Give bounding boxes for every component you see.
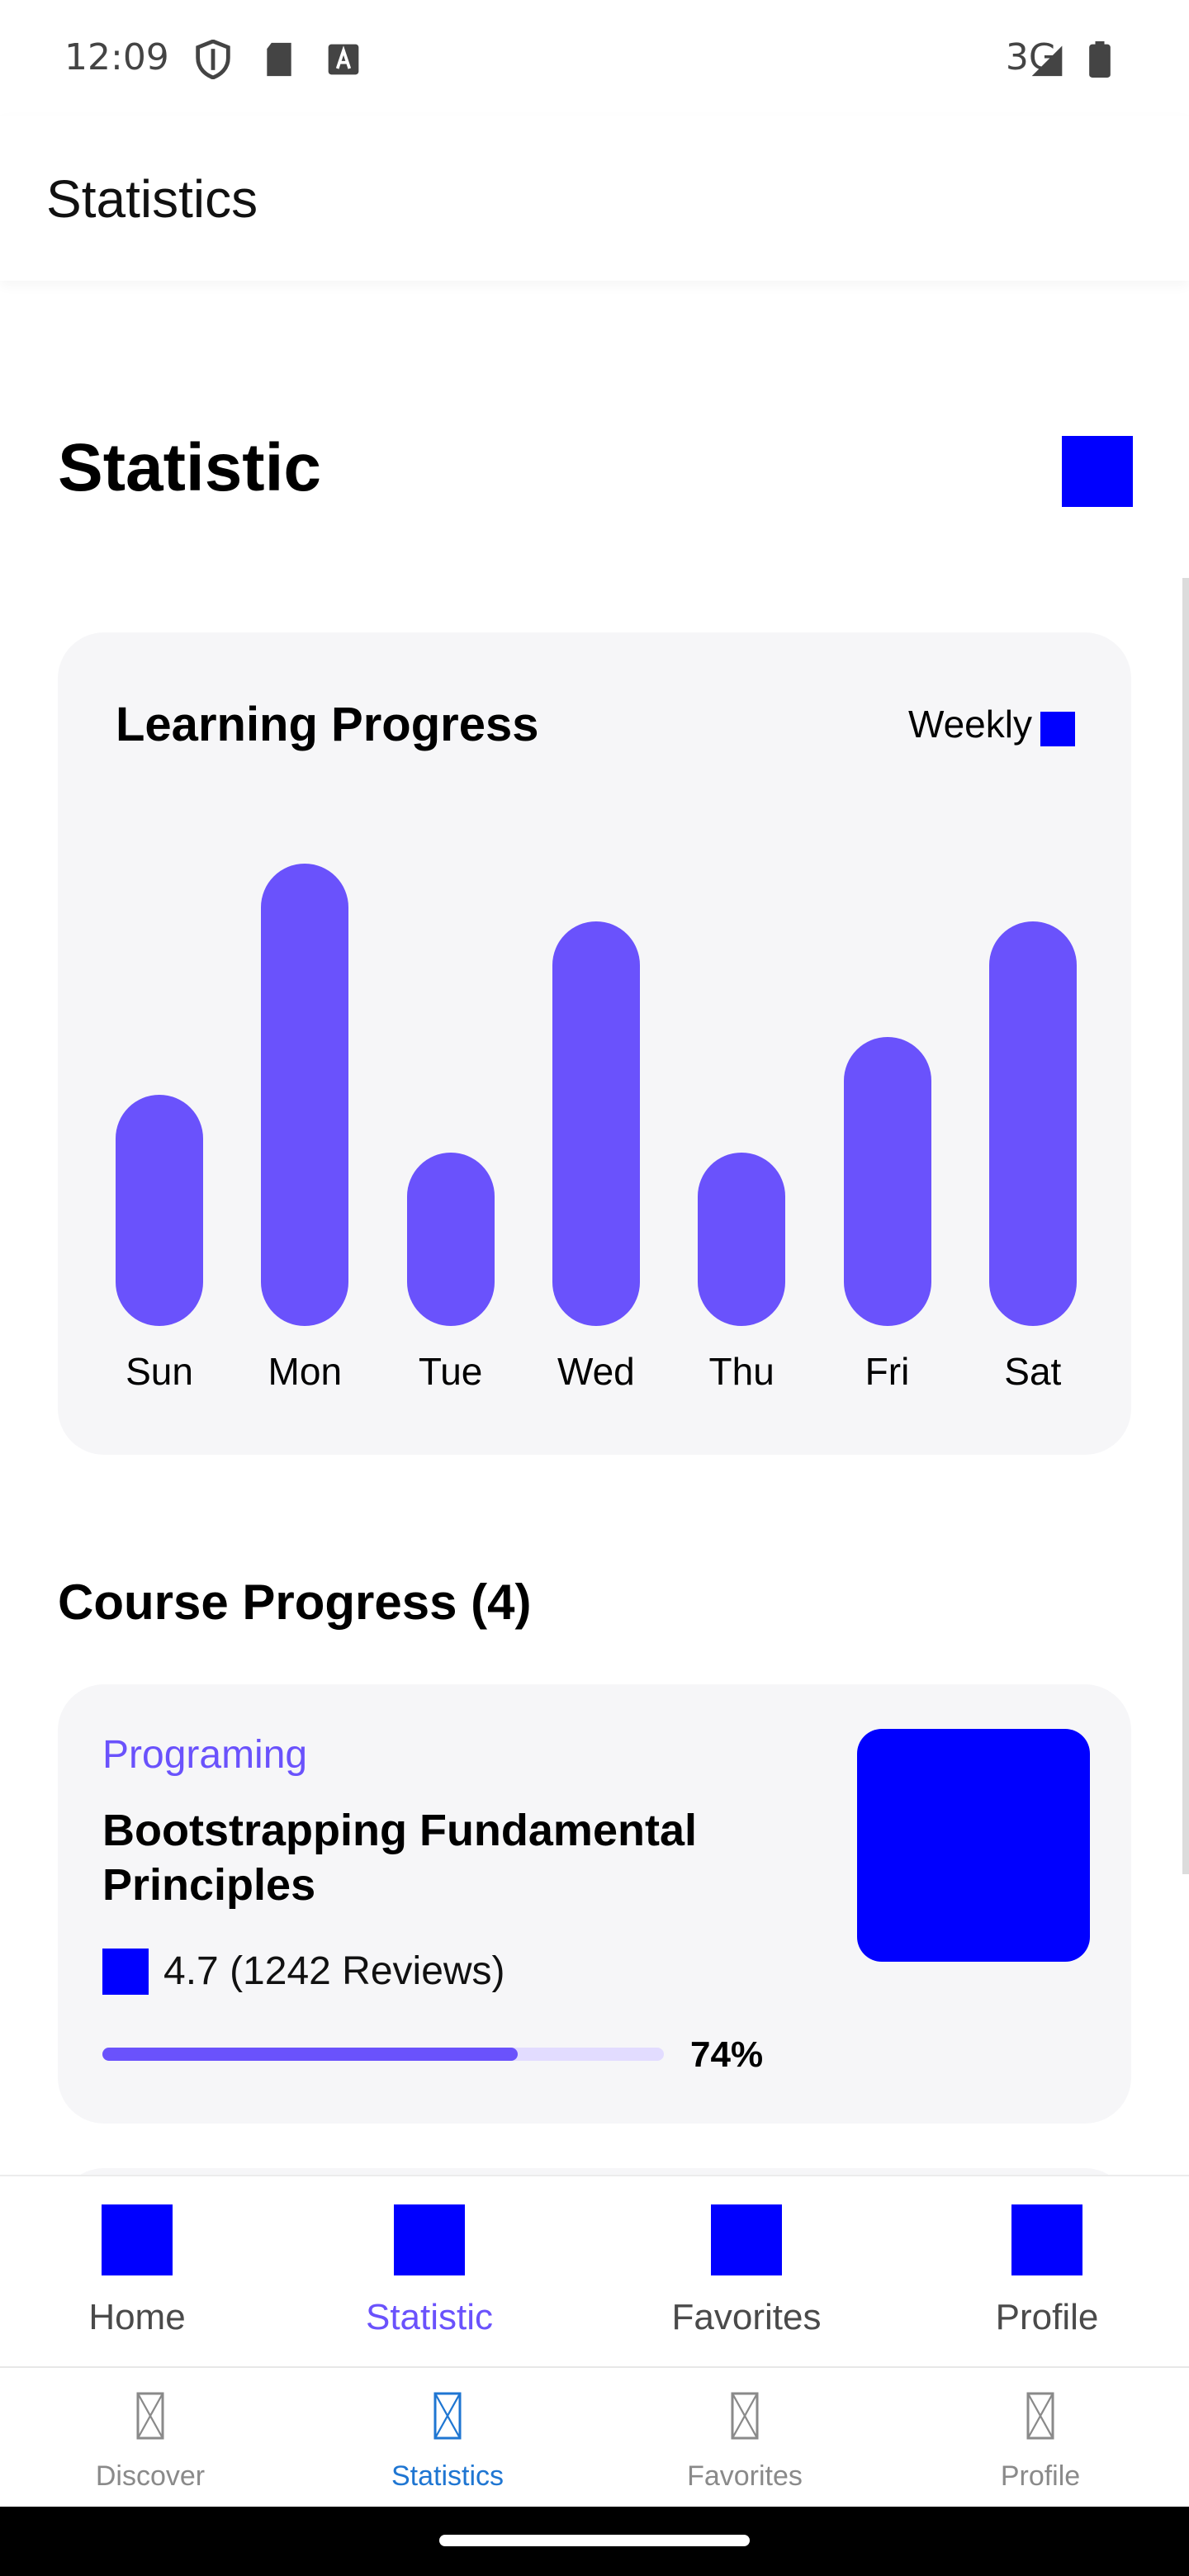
host-nav-profile[interactable]: Profile — [933, 2391, 1148, 2493]
course-title: Bootstrapping Fundamental Principles — [102, 1806, 697, 1910]
learning-progress-card: Learning Progress Weekly Sun Mon Tue Wed Thu… — [58, 632, 1131, 1455]
host-bottom-nav: Discover Statistics Favorites Profile — [0, 2366, 1189, 2507]
nav-item-home[interactable]: Home — [30, 2204, 244, 2338]
app-bottom-nav: Home Statistic Favorites Profile — [0, 2175, 1189, 2365]
nav-label-favorites: Favorites — [671, 2297, 822, 2337]
nav-label-home: Home — [88, 2297, 186, 2337]
course-thumbnail — [857, 1729, 1090, 1962]
chart-bar-fri — [843, 1037, 931, 1326]
host-nav-label-discover: Discover — [95, 2460, 206, 2492]
host-nav-discover[interactable]: Discover — [43, 2391, 258, 2493]
host-nav-label-statistics: Statistics — [391, 2460, 504, 2492]
host-nav-label-profile: Profile — [1000, 2460, 1081, 2492]
chart-bar-sat — [988, 921, 1077, 1326]
chart-bar-tue — [406, 1153, 495, 1326]
chart-bar-thu — [698, 1153, 786, 1326]
chart-label-thu: Thu — [708, 1350, 775, 1393]
sd-card-icon — [267, 42, 291, 77]
chart-label-sun: Sun — [126, 1350, 193, 1393]
signal-icon — [1031, 45, 1063, 77]
home-icon — [102, 2204, 173, 2275]
nav-label-statistic: Statistic — [365, 2297, 494, 2337]
course-progress-fill — [102, 2048, 519, 2061]
shield-icon — [196, 40, 230, 79]
chart-label-tue: Tue — [418, 1350, 483, 1393]
font-icon — [328, 44, 359, 75]
home-gesture-handle[interactable] — [439, 2535, 750, 2546]
favorites-icon — [731, 2392, 759, 2440]
course-progress-heading: Course Progress (4) — [58, 1574, 532, 1630]
favorites-icon — [711, 2204, 782, 2275]
chart-label-fri: Fri — [865, 1350, 910, 1393]
nav-item-favorites[interactable]: Favorites — [639, 2204, 854, 2338]
chart-bar-sun — [116, 1095, 203, 1326]
chart-bar-mon — [261, 864, 349, 1326]
course-rating: 4.7 (1242 Reviews) — [163, 1949, 505, 1993]
chart-label-mon: Mon — [268, 1350, 343, 1393]
nav-item-statistic[interactable]: Statistic — [322, 2204, 537, 2338]
discover-icon — [136, 2392, 164, 2440]
placeholder-icon[interactable] — [1062, 436, 1133, 507]
host-nav-statistics[interactable]: Statistics — [340, 2391, 555, 2493]
weekly-bar-chart: Sun Mon Tue Wed Thu Fri Sat — [58, 632, 1131, 1455]
appbar-title: Statistics — [46, 169, 258, 229]
statistics-icon — [433, 2392, 462, 2440]
chart-label-wed: Wed — [557, 1350, 635, 1393]
chart-label-sat: Sat — [1004, 1350, 1062, 1393]
status-bar: 12:09 3G — [0, 0, 1189, 116]
page-title: Statistic — [58, 430, 321, 505]
host-nav-label-favorites: Favorites — [687, 2460, 803, 2492]
statistic-icon — [394, 2204, 465, 2275]
profile-icon — [1026, 2392, 1054, 2440]
app-bar: Statistics — [0, 116, 1189, 281]
scrollbar[interactable] — [1182, 578, 1189, 1874]
battery-icon — [1089, 41, 1111, 78]
gesture-bar — [0, 2507, 1189, 2576]
nav-item-profile[interactable]: Profile — [940, 2204, 1154, 2338]
status-time: 12:09 — [64, 36, 169, 78]
course-progress-percent: 74% — [690, 2034, 764, 2075]
course-card[interactable]: Programing Bootstrapping Fundamental Pri… — [58, 1684, 1131, 2124]
nav-label-profile: Profile — [995, 2297, 1099, 2337]
star-icon — [102, 1949, 149, 1995]
course-progress-bar — [102, 2048, 664, 2061]
course-category: Programing — [102, 1733, 308, 1777]
host-nav-favorites[interactable]: Favorites — [637, 2391, 852, 2493]
profile-icon — [1011, 2204, 1082, 2275]
chart-bar-wed — [552, 921, 640, 1326]
